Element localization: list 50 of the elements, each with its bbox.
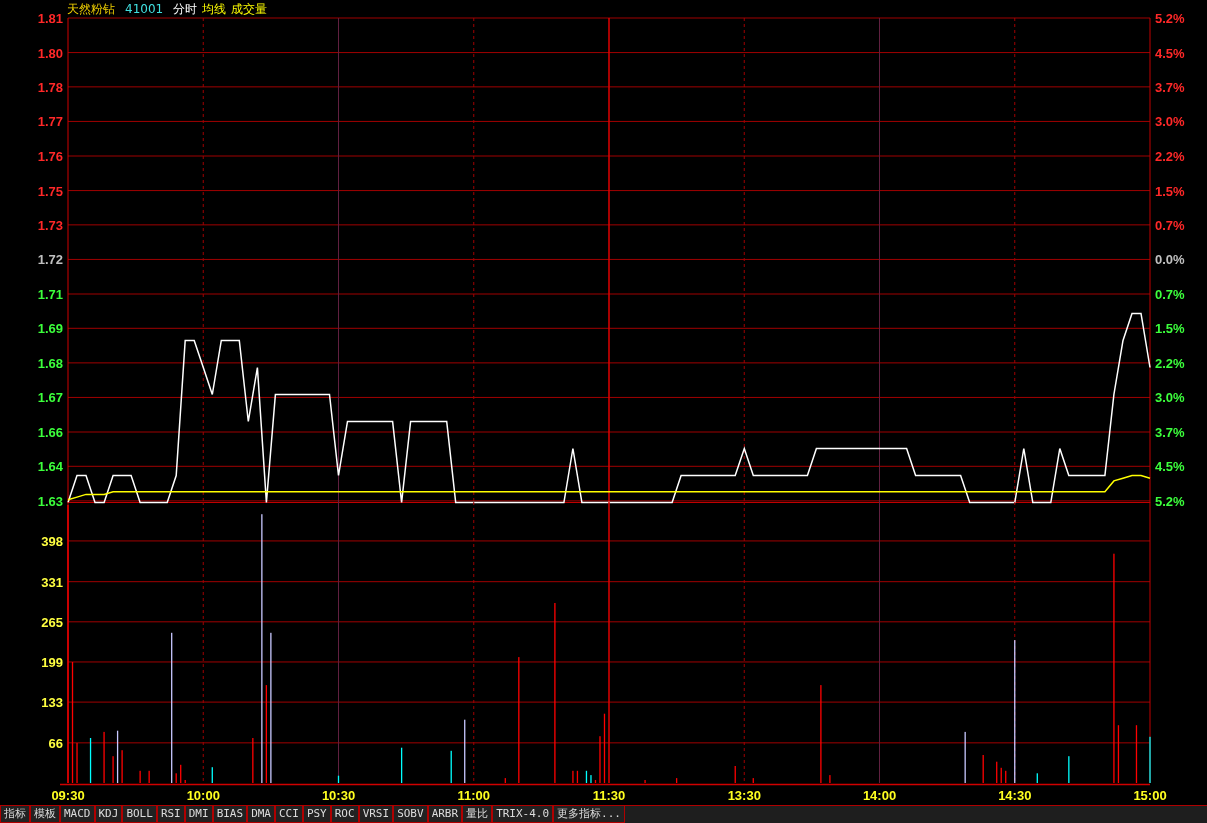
legend-label: 均线 <box>202 2 227 16</box>
volume-axis-label: 265 <box>41 614 63 630</box>
volume-axis-label: 199 <box>41 654 63 670</box>
time-axis-label: 14:30 <box>998 788 1032 803</box>
percent-axis-label: 4.5% <box>1155 459 1185 475</box>
time-axis-label: 10:00 <box>186 788 220 803</box>
volume-axis-label: 133 <box>41 695 63 711</box>
price-axis-label: 1.76 <box>37 149 63 164</box>
price-axis-label: 1.63 <box>37 493 63 509</box>
percent-axis-label: 0.7% <box>1155 287 1185 302</box>
percent-axis-label: 5.2% <box>1155 493 1185 509</box>
volume-axis-label: 331 <box>41 574 63 590</box>
price-axis-label: 1.66 <box>37 425 63 440</box>
price-axis-label: 1.67 <box>37 390 63 406</box>
price-axis-label: 1.68 <box>37 355 63 371</box>
price-axis-label: 1.64 <box>37 459 63 475</box>
price-axis-label: 1.72 <box>37 252 63 268</box>
time-axis-label: 10:30 <box>321 788 356 803</box>
time-axis-label: 11:30 <box>592 788 626 803</box>
percent-axis-label: 3.0% <box>1155 390 1185 406</box>
percent-axis-label: 3.7% <box>1155 79 1185 95</box>
percent-axis-label: 2.2% <box>1155 149 1185 164</box>
percent-axis-label: 0.0% <box>1155 252 1185 268</box>
price-axis-label: 1.78 <box>37 79 63 95</box>
time-axis-label: 13:30 <box>727 788 761 803</box>
price-axis-label: 1.77 <box>37 114 63 130</box>
price-axis-label: 1.81 <box>37 11 63 26</box>
price-axis-label: 1.75 <box>37 183 63 199</box>
volume-axis-label: 398 <box>41 533 63 549</box>
time-axis-label: 09:30 <box>51 788 85 803</box>
percent-axis-label: 3.0% <box>1155 114 1185 130</box>
price-axis-label: 1.71 <box>37 287 63 302</box>
time-axis-label: 11:00 <box>457 788 490 803</box>
price-axis-label: 1.69 <box>37 321 63 337</box>
percent-axis-label: 4.5% <box>1155 45 1185 61</box>
legend-label: 分时 <box>173 2 198 16</box>
instrument-code: 41001 <box>125 2 164 16</box>
time-axis-label: 15:00 <box>1133 788 1167 803</box>
percent-axis-label: 1.5% <box>1155 321 1185 337</box>
time-axis-label: 14:00 <box>862 788 897 803</box>
percent-axis-label: 0.7% <box>1155 217 1185 233</box>
percent-axis-label: 3.7% <box>1155 425 1185 440</box>
legend-label: 成交量 <box>231 2 268 16</box>
price-axis-label: 1.73 <box>37 217 63 233</box>
percent-axis-label: 2.2% <box>1155 355 1185 371</box>
instrument-name: 天然粉钻 <box>67 2 115 16</box>
price-axis-label: 1.80 <box>37 45 63 61</box>
percent-axis-label: 5.2% <box>1155 11 1185 26</box>
percent-axis-label: 1.5% <box>1155 183 1185 199</box>
volume-axis-label: 66 <box>48 735 63 751</box>
